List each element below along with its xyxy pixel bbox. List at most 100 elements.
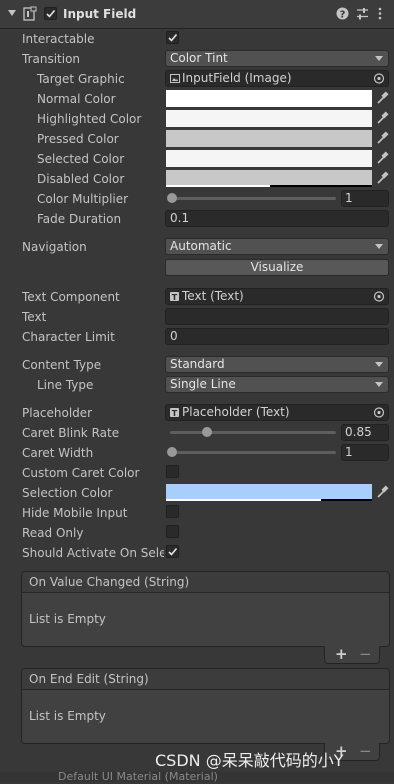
component-title: Input Field: [63, 7, 137, 21]
object-picker-icon[interactable]: [370, 289, 388, 304]
alpha-bar: [166, 185, 270, 187]
foldout-arrow-icon[interactable]: [8, 10, 16, 18]
text-label: Text: [22, 310, 47, 324]
navigation-dropdown[interactable]: Automatic: [165, 238, 389, 255]
image-icon: [170, 74, 180, 83]
event-header: On Value Changed (String): [22, 572, 389, 593]
kebab-menu-icon[interactable]: [377, 7, 383, 20]
hide-mobile-input-checkbox[interactable]: [166, 505, 179, 518]
color-multiplier-label: Color Multiplier: [37, 192, 129, 206]
highlighted-color-label: Highlighted Color: [37, 112, 142, 126]
custom-caret-color-checkbox[interactable]: [166, 465, 179, 478]
check-icon: [46, 9, 56, 18]
script-icon: [23, 6, 37, 21]
pressed-color-label: Pressed Color: [37, 132, 119, 146]
selected-color-swatch[interactable]: [166, 150, 372, 167]
placeholder-field[interactable]: T Placeholder (Text): [165, 404, 389, 421]
enabled-checkbox[interactable]: [44, 7, 57, 20]
line-type-value: Single Line: [170, 377, 236, 391]
text-field[interactable]: [165, 308, 389, 325]
content-type-value: Standard: [170, 357, 225, 371]
highlighted-color-swatch[interactable]: [166, 110, 372, 127]
caret-blink-rate-slider-track[interactable]: [170, 431, 336, 434]
interactable-checkbox[interactable]: [166, 31, 179, 44]
chevron-down-icon: [375, 244, 383, 249]
text-component-field[interactable]: T Text (Text): [165, 288, 389, 305]
eyedropper-icon[interactable]: [375, 484, 389, 500]
remove-button[interactable]: −: [359, 645, 372, 663]
disabled-color-label: Disabled Color: [37, 172, 125, 186]
should-activate-label: Should Activate On Selec: [22, 546, 164, 560]
check-icon: [168, 33, 178, 42]
check-icon: [168, 547, 178, 556]
caret-width-label: Caret Width: [22, 446, 94, 460]
fade-duration-value: 0.1: [170, 211, 190, 225]
target-graphic-field[interactable]: InputField (Image): [165, 70, 389, 87]
line-type-label: Line Type: [37, 378, 94, 392]
presets-icon[interactable]: [356, 7, 369, 20]
normal-color-swatch[interactable]: [166, 90, 372, 107]
svg-text:?: ?: [340, 10, 346, 21]
color-multiplier-slider-track[interactable]: [170, 197, 336, 200]
on-end-edit-event: On End Edit (String) List is Empty: [21, 668, 390, 744]
read-only-label: Read Only: [22, 526, 84, 540]
event-title: On Value Changed (String): [29, 575, 190, 589]
object-picker-icon[interactable]: [370, 71, 388, 86]
selection-color-label: Selection Color: [22, 486, 113, 500]
component-header: Input Field ?: [0, 0, 394, 29]
help-icon[interactable]: ?: [336, 7, 349, 20]
eyedropper-icon[interactable]: [375, 130, 389, 146]
hide-mobile-input-label: Hide Mobile Input: [22, 506, 128, 520]
navigation-label: Navigation: [22, 240, 87, 254]
character-limit-field[interactable]: 0: [165, 328, 389, 345]
caret-width-value: 1: [345, 445, 353, 459]
caret-blink-rate-slider-handle[interactable]: [202, 427, 213, 437]
eyedropper-icon[interactable]: [375, 90, 389, 106]
content-type-dropdown[interactable]: Standard: [165, 356, 389, 373]
selection-color-swatch[interactable]: [166, 484, 372, 501]
target-graphic-label: Target Graphic: [37, 72, 125, 86]
line-type-dropdown[interactable]: Single Line: [165, 376, 389, 393]
character-limit-label: Character Limit: [22, 330, 115, 344]
caret-width-field[interactable]: 1: [341, 444, 389, 461]
eyedropper-icon[interactable]: [375, 150, 389, 166]
on-value-changed-event: On Value Changed (String) List is Empty: [21, 571, 390, 647]
should-activate-checkbox[interactable]: [166, 545, 179, 558]
custom-caret-color-label: Custom Caret Color: [22, 466, 140, 480]
read-only-checkbox[interactable]: [166, 525, 179, 538]
transition-dropdown[interactable]: Color Tint: [165, 50, 389, 67]
chevron-down-icon: [375, 382, 383, 387]
color-multiplier-slider-handle[interactable]: [167, 193, 177, 203]
target-graphic-value: InputField (Image): [182, 71, 292, 85]
selected-color-label: Selected Color: [37, 152, 125, 166]
eyedropper-icon[interactable]: [375, 170, 389, 186]
svg-text:T: T: [172, 409, 178, 417]
transition-label: Transition: [22, 52, 81, 66]
object-picker-icon[interactable]: [370, 405, 388, 420]
disabled-color-swatch[interactable]: [166, 170, 372, 187]
placeholder-value: Placeholder (Text): [182, 405, 290, 419]
text-icon: T: [170, 408, 179, 417]
svg-text:T: T: [172, 293, 178, 301]
add-button[interactable]: +: [335, 645, 348, 663]
fade-duration-field[interactable]: 0.1: [165, 210, 389, 227]
text-component-label: Text Component: [22, 290, 120, 304]
list-empty-text: List is Empty: [29, 612, 106, 626]
text-component-value: Text (Text): [182, 289, 244, 303]
normal-color-label: Normal Color: [37, 92, 116, 106]
color-multiplier-field[interactable]: 1: [341, 190, 389, 207]
character-limit-value: 0: [170, 329, 178, 343]
event-header: On End Edit (String): [22, 669, 389, 690]
event-title: On End Edit (String): [29, 672, 149, 686]
caret-blink-rate-label: Caret Blink Rate: [22, 426, 120, 440]
caret-width-slider-handle[interactable]: [167, 447, 177, 457]
color-multiplier-value: 1: [345, 191, 353, 205]
caret-blink-rate-field[interactable]: 0.85: [341, 424, 389, 441]
caret-width-slider-track[interactable]: [170, 451, 336, 454]
interactable-label: Interactable: [22, 32, 95, 46]
remove-button[interactable]: −: [359, 742, 372, 760]
pressed-color-swatch[interactable]: [166, 130, 372, 147]
visualize-button[interactable]: Visualize: [165, 259, 389, 276]
fade-duration-label: Fade Duration: [37, 212, 122, 226]
eyedropper-icon[interactable]: [375, 110, 389, 126]
